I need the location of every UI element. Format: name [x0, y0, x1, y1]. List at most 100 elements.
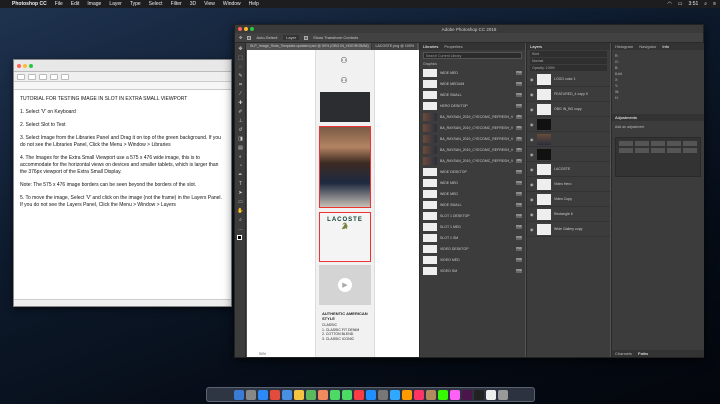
minimize-icon[interactable] — [23, 63, 27, 68]
layer-row[interactable]: ◉ FEATURED_4 copy 5 — [527, 87, 610, 102]
brightness-icon[interactable] — [619, 141, 633, 146]
tab-libraries[interactable]: Libraries — [423, 44, 438, 49]
brush-tool[interactable]: ✐ — [237, 109, 244, 115]
move-tool-icon[interactable]: ✥ — [239, 35, 242, 40]
tab-adjustments[interactable]: Adjustments — [615, 115, 637, 120]
layer-kind-filter[interactable]: Kind — [530, 51, 607, 57]
minimize-icon[interactable] — [244, 27, 248, 31]
eye-icon[interactable]: ◉ — [530, 197, 534, 202]
dock-app-icon[interactable] — [353, 389, 364, 400]
pen-tool[interactable]: ✒ — [237, 172, 244, 178]
layer-row[interactable]: ◉ — [527, 147, 610, 162]
library-item[interactable]: BA_RAYSAN_2019_CYECOMC_REFRESH_VIDEO...J… — [423, 123, 522, 133]
move-tool[interactable]: ✥ — [237, 46, 244, 52]
library-item[interactable]: WIDE SMALL PSD — [423, 90, 522, 100]
menu-3d[interactable]: 3D — [190, 1, 196, 7]
eye-icon[interactable]: ◉ — [530, 107, 534, 112]
history-brush-tool[interactable]: ↺ — [237, 127, 244, 133]
dock-app-icon[interactable] — [437, 389, 448, 400]
dock-app-icon[interactable] — [365, 389, 376, 400]
bold-button[interactable] — [50, 73, 58, 80]
dock-app-icon[interactable] — [305, 389, 316, 400]
dock-app-icon[interactable] — [317, 389, 328, 400]
menu-type[interactable]: Type — [130, 1, 141, 7]
eye-icon[interactable]: ◉ — [530, 77, 534, 82]
layer-row[interactable]: ◉ Video Hero — [527, 177, 610, 192]
transform-checkbox[interactable] — [304, 35, 309, 40]
font-dropdown[interactable] — [28, 73, 36, 80]
gradient-tool[interactable]: ▤ — [237, 145, 244, 151]
quick-select-tool[interactable]: ✎ — [237, 73, 244, 79]
dock-app-icon[interactable] — [401, 389, 412, 400]
size-dropdown[interactable] — [39, 73, 47, 80]
menu-select[interactable]: Select — [149, 1, 163, 7]
menu-help[interactable]: Help — [249, 1, 259, 7]
play-icon[interactable]: ▶ — [338, 278, 352, 292]
library-item[interactable]: WIDE MED PSD — [423, 189, 522, 199]
tab-navigator[interactable]: Navigator — [639, 44, 656, 49]
eye-icon[interactable]: ◉ — [530, 227, 534, 232]
notification-icon[interactable]: ≡ — [713, 1, 716, 7]
dodge-tool[interactable]: ◔ — [237, 163, 244, 169]
library-item[interactable]: BA_RAYSAN_2019_CYECOMC_REFRESH_VIDEO...J… — [423, 145, 522, 155]
tab-channels[interactable]: Channels — [615, 351, 632, 356]
eye-icon[interactable]: ◉ — [530, 182, 534, 187]
document-canvas[interactable]: ⚇ ⚇ LACOSTE 🐊 ▶ AUTHENTIC AMERICAN STYLE… — [315, 50, 375, 357]
library-item[interactable]: BA_RAYSAN_2019_CYECOMC_REFRESH_VIDEO...J… — [423, 134, 522, 144]
search-icon[interactable]: ⌕ — [704, 1, 707, 7]
auto-select-dropdown[interactable]: Layer — [283, 35, 300, 40]
layer-row[interactable]: ◉ — [527, 132, 610, 147]
eye-icon[interactable]: ◉ — [530, 122, 534, 127]
eye-icon[interactable]: ◉ — [530, 212, 534, 217]
zoom-icon[interactable] — [250, 27, 254, 31]
bw-icon[interactable] — [651, 148, 665, 153]
dock-app-icon[interactable] — [425, 389, 436, 400]
library-item[interactable]: SLOT 1 MED PSD — [423, 222, 522, 232]
library-item[interactable]: SLOT 1 SM PSD — [423, 233, 522, 243]
dock-app-icon[interactable] — [269, 389, 280, 400]
type-tool[interactable]: T — [237, 181, 244, 187]
menu-image[interactable]: Image — [87, 1, 101, 7]
close-icon[interactable] — [238, 27, 242, 31]
layer-row[interactable]: ◉ Rectangle 6 — [527, 207, 610, 222]
lacoste-slot[interactable]: LACOSTE 🐊 — [319, 212, 371, 262]
dock-app-icon[interactable] — [485, 389, 496, 400]
color-swatch[interactable] — [237, 235, 242, 240]
library-item[interactable]: VIDEO SM PSD — [423, 266, 522, 276]
library-item[interactable]: WIDE MED PSD — [423, 178, 522, 188]
library-item[interactable]: WIDE MEDIUM PSD — [423, 79, 522, 89]
dock-app-icon[interactable] — [245, 389, 256, 400]
layer-row[interactable]: ◉ LACOSTE — [527, 162, 610, 177]
layer-row[interactable]: ◉ LOGO color 1 — [527, 72, 610, 87]
tab-layers[interactable]: Layers — [530, 44, 542, 49]
tab-properties[interactable]: Properties — [444, 44, 462, 49]
menu-filter[interactable]: Filter — [171, 1, 182, 7]
dock-app-icon[interactable] — [449, 389, 460, 400]
more-tools[interactable]: … — [237, 226, 244, 232]
dock-app-icon[interactable] — [233, 389, 244, 400]
clock[interactable]: 3:51 — [689, 1, 699, 7]
stamp-tool[interactable]: ⊥ — [237, 118, 244, 124]
canvas-area[interactable]: ⚇ ⚇ LACOSTE 🐊 ▶ AUTHENTIC AMERICAN STYLE… — [247, 50, 419, 357]
lasso-tool[interactable]: ◌ — [237, 64, 244, 70]
vibrance-icon[interactable] — [683, 141, 697, 146]
video-slot[interactable]: ▶ — [319, 265, 371, 305]
eye-icon[interactable]: ◉ — [530, 92, 534, 97]
healing-tool[interactable]: ✚ — [237, 100, 244, 106]
zoom-icon[interactable] — [29, 63, 33, 68]
menu-view[interactable]: View — [204, 1, 215, 7]
dock-app-icon[interactable] — [473, 389, 484, 400]
dock-app-icon[interactable] — [497, 389, 508, 400]
battery-icon[interactable]: ▭ — [678, 1, 683, 7]
auto-select-checkbox[interactable] — [247, 35, 252, 40]
library-item[interactable]: HERO DESKTOP PSD — [423, 101, 522, 111]
library-item[interactable]: WIDE MED PSD — [423, 68, 522, 78]
channel-mixer-icon[interactable] — [683, 148, 697, 153]
zoom-tool[interactable]: ⌕ — [237, 217, 244, 223]
levels-icon[interactable] — [635, 141, 649, 146]
app-menu[interactable]: Photoshop CC — [12, 1, 47, 7]
eye-icon[interactable]: ◉ — [530, 137, 534, 142]
dock-app-icon[interactable] — [461, 389, 472, 400]
dock-app-icon[interactable] — [413, 389, 424, 400]
eye-icon[interactable]: ◉ — [530, 152, 534, 157]
